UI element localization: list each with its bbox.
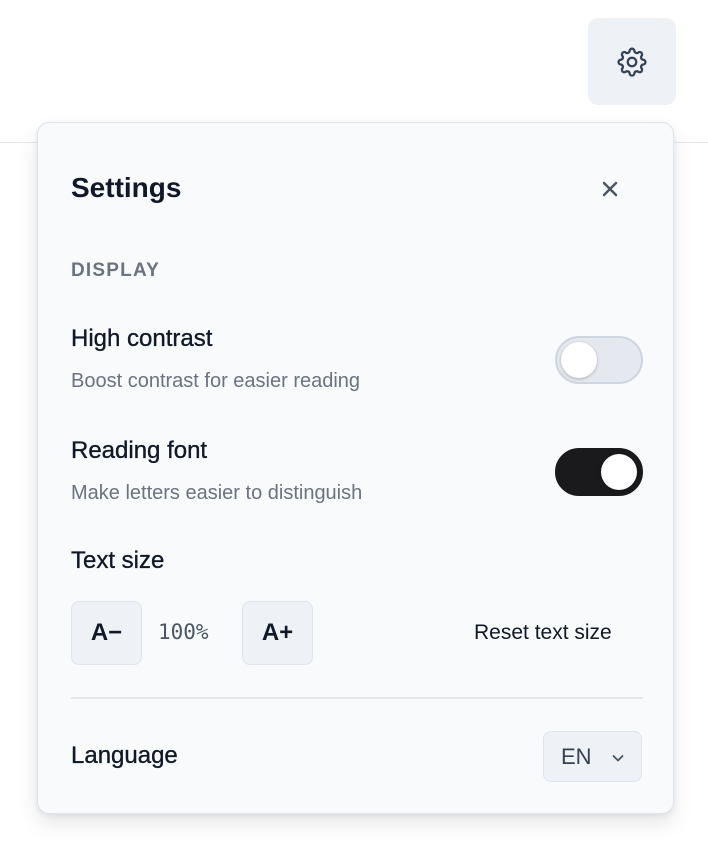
language-label: Language	[71, 742, 178, 769]
chevron-down-icon	[610, 750, 626, 766]
language-select[interactable]: EN	[543, 731, 642, 782]
increase-text-size-button[interactable]: A+	[242, 601, 313, 665]
panel-title: Settings	[71, 172, 182, 203]
reset-text-size-button[interactable]: Reset text size	[474, 619, 612, 647]
section-label-display: DISPLAY	[71, 260, 161, 281]
high-contrast-description: Boost contrast for easier reading	[71, 370, 361, 392]
high-contrast-toggle[interactable]	[555, 336, 643, 384]
page: Settings DISPLAY High contrast Boost con…	[0, 0, 708, 866]
close-icon	[600, 179, 620, 199]
toggle-knob	[561, 342, 597, 378]
text-size-label: Text size	[71, 547, 165, 574]
decrease-text-size-button[interactable]: A−	[71, 601, 142, 665]
text-size-value: 100%	[158, 620, 209, 644]
reading-font-label: Reading font	[71, 437, 208, 464]
settings-panel: Settings DISPLAY High contrast Boost con…	[37, 122, 674, 814]
gear-icon	[615, 45, 649, 79]
close-button[interactable]	[594, 173, 626, 205]
settings-button[interactable]	[588, 18, 676, 105]
reading-font-description: Make letters easier to distinguish	[71, 482, 363, 504]
language-value: EN	[561, 743, 592, 769]
high-contrast-label: High contrast	[71, 325, 213, 352]
divider	[71, 697, 643, 699]
toggle-knob	[601, 454, 637, 490]
reading-font-toggle[interactable]	[555, 448, 643, 496]
